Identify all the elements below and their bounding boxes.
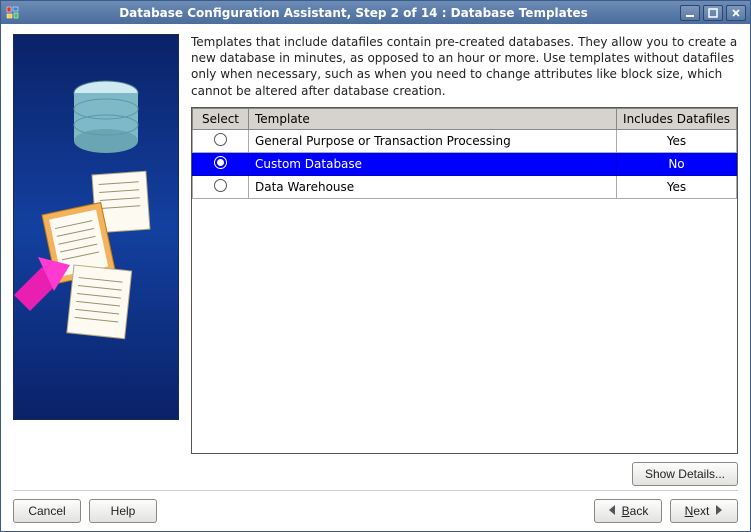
- chevron-left-icon: [608, 504, 616, 518]
- back-label: Back: [622, 504, 649, 518]
- back-button[interactable]: Back: [594, 499, 662, 523]
- col-header-select: Select: [193, 108, 249, 129]
- maximize-button[interactable]: [703, 5, 723, 21]
- wizard-side-image: [13, 34, 179, 420]
- window-frame: Database Configuration Assistant, Step 2…: [0, 0, 751, 532]
- instruction-text: Templates that include datafiles contain…: [191, 34, 738, 99]
- footer-bar: Cancel Help Back Next: [13, 490, 738, 523]
- show-details-button[interactable]: Show Details...: [632, 462, 738, 486]
- template-name: Data Warehouse: [249, 175, 617, 198]
- cancel-button[interactable]: Cancel: [13, 499, 81, 523]
- includes-datafiles: Yes: [617, 175, 737, 198]
- includes-datafiles: No: [617, 152, 737, 175]
- next-label: Next: [685, 504, 710, 518]
- template-row[interactable]: Custom Database No: [193, 152, 737, 175]
- help-button[interactable]: Help: [89, 499, 157, 523]
- template-table: Select Template Includes Datafiles Gener…: [191, 107, 738, 454]
- includes-datafiles: Yes: [617, 129, 737, 152]
- template-row[interactable]: General Purpose or Transaction Processin…: [193, 129, 737, 152]
- template-name: General Purpose or Transaction Processin…: [249, 129, 617, 152]
- template-name: Custom Database: [249, 152, 617, 175]
- titlebar: Database Configuration Assistant, Step 2…: [1, 1, 750, 24]
- window-title: Database Configuration Assistant, Step 2…: [27, 6, 680, 20]
- radio-icon[interactable]: [214, 133, 227, 146]
- content-area: Templates that include datafiles contain…: [1, 24, 750, 531]
- radio-icon[interactable]: [214, 156, 227, 169]
- col-header-includes: Includes Datafiles: [617, 108, 737, 129]
- radio-icon[interactable]: [214, 179, 227, 192]
- template-row[interactable]: Data Warehouse Yes: [193, 175, 737, 198]
- minimize-button[interactable]: [680, 5, 700, 21]
- chevron-right-icon: [715, 504, 723, 518]
- col-header-template: Template: [249, 108, 617, 129]
- app-icon: [5, 5, 21, 21]
- close-button[interactable]: [726, 5, 746, 21]
- next-button[interactable]: Next: [670, 499, 738, 523]
